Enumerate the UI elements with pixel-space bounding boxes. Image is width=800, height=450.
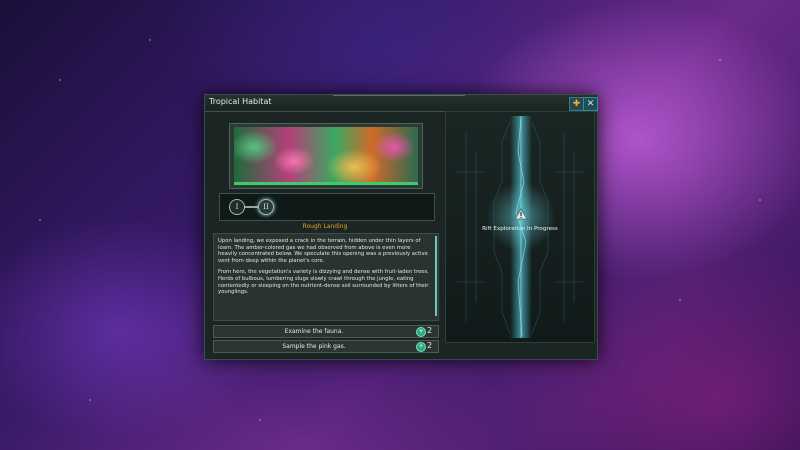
option-label: Examine the fauna. bbox=[284, 328, 344, 335]
window-title: Tropical Habitat bbox=[209, 97, 272, 106]
event-image bbox=[234, 127, 418, 185]
description-scrollbar[interactable] bbox=[435, 236, 437, 316]
option-count: 2 bbox=[427, 326, 433, 335]
description-text: Upon landing, we exposed a crack in the … bbox=[218, 238, 430, 301]
option-sample-gas[interactable]: Sample the pink gas. + 2 bbox=[213, 340, 439, 353]
description-paragraph: Upon landing, we exposed a crack in the … bbox=[218, 238, 428, 264]
close-icon: ✕ bbox=[586, 99, 595, 109]
event-left-panel: I II Rough Landing Upon landing, we expo… bbox=[211, 115, 439, 355]
pin-icon: ✚ bbox=[572, 99, 581, 109]
stage-title: Rough Landing bbox=[302, 223, 348, 230]
option-count: 2 bbox=[427, 341, 433, 350]
description-paragraph: From here, the vegetation's variety is d… bbox=[218, 269, 429, 296]
event-image-glow bbox=[234, 182, 418, 185]
rift-panel: Rift Exploration In Progress bbox=[445, 111, 595, 343]
event-image-frame bbox=[229, 123, 423, 189]
pin-button[interactable]: ✚ bbox=[569, 97, 584, 111]
rift-status-label: Rift Exploration In Progress bbox=[482, 226, 558, 232]
plus-circle-icon: + bbox=[416, 327, 426, 337]
titlebar-notch bbox=[333, 95, 465, 100]
close-button[interactable]: ✕ bbox=[583, 97, 598, 111]
stage-node-2[interactable]: II bbox=[258, 199, 274, 215]
event-description[interactable]: Upon landing, we exposed a crack in the … bbox=[213, 233, 439, 321]
warning-triangle-icon bbox=[514, 208, 528, 220]
option-examine-fauna[interactable]: Examine the fauna. + 2 bbox=[213, 325, 439, 338]
stage-progress-bar: I II bbox=[219, 193, 435, 221]
event-window: Tropical Habitat ✚ ✕ I II Rough Landing … bbox=[204, 94, 598, 360]
option-label: Sample the pink gas. bbox=[282, 343, 346, 350]
window-titlebar[interactable]: Tropical Habitat ✚ ✕ bbox=[205, 95, 598, 112]
stage-node-1[interactable]: I bbox=[229, 199, 245, 215]
plus-circle-icon: + bbox=[416, 342, 426, 352]
